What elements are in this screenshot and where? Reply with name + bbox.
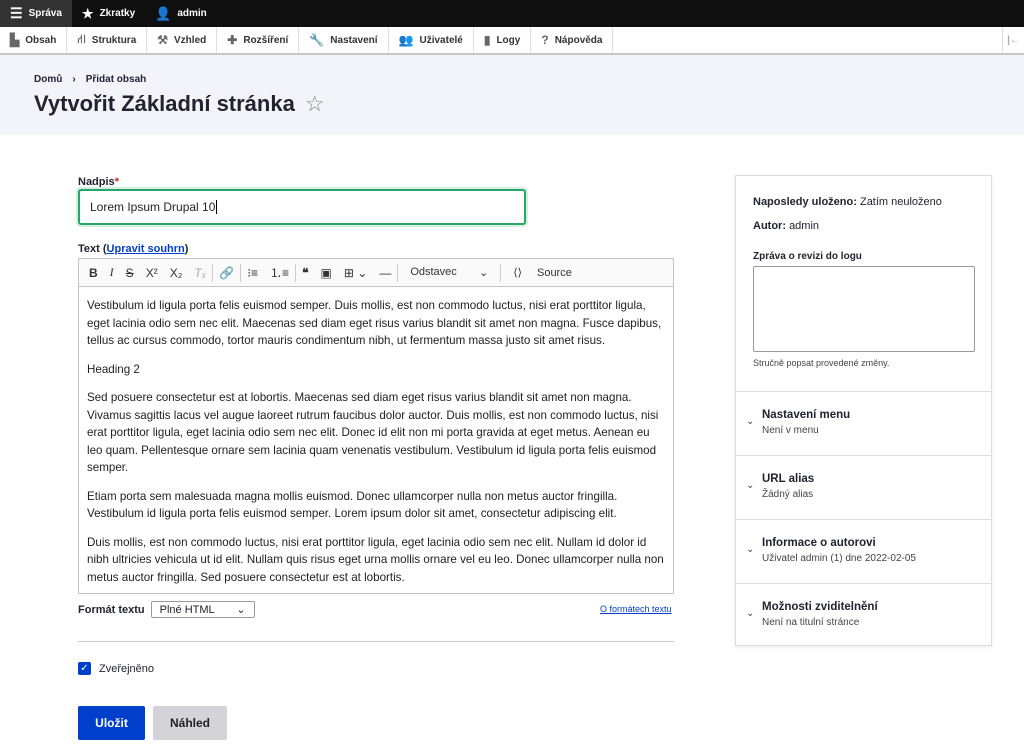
chevron-down-icon: ⌄ [746,608,755,619]
breadcrumb-home[interactable]: Domů [34,74,62,85]
chevron-down-icon: ⌄ [746,544,755,555]
page-title: Vytvořit Základní stránka [34,91,295,116]
image-icon[interactable]: ▣ [315,266,338,280]
author-value: admin [789,220,820,232]
star-icon: ★ [81,5,94,21]
editor-toolbar: B I S X² X₂ Tₓ 🔗 ⁝≡ ⒈≡ ❝ ▣ ⊞ ⌄ — Odstave… [79,259,673,287]
star-icon[interactable]: ☆ [305,91,325,117]
url-alias-section[interactable]: ⌄ URL alias Žádný alias [736,455,991,519]
toolbar-shortcuts[interactable]: ★ Zkratky [72,0,145,27]
chevron-down-icon: ⌄ [746,416,755,427]
text-format-help-link[interactable]: O formátech textu [600,604,672,614]
breadcrumb: Domů › Přidat obsah [34,74,147,85]
heading: Heading 2 [87,362,140,376]
chevron-down-icon: ⌄ [479,267,489,279]
tray-extend[interactable]: ✚ Rozšíření [217,27,300,53]
save-button[interactable]: Uložit [78,706,145,740]
user-icon: 👤 [155,5,172,21]
appearance-icon: ⚒ [157,33,169,47]
menu-settings-section[interactable]: ⌄ Nastavení menu Není v menu [736,391,991,455]
rich-text-editor: B I S X² X₂ Tₓ 🔗 ⁝≡ ⒈≡ ❝ ▣ ⊞ ⌄ — Odstave… [78,258,674,594]
title-label: Nadpis* [78,176,119,188]
toolbar-manage[interactable]: ☰ Správa [0,0,72,27]
link-icon[interactable]: 🔗 [213,266,240,280]
horizontal-line-icon[interactable]: — [373,266,397,280]
published-checkbox[interactable]: ✓ Zveřejněno [78,662,154,675]
superscript-icon[interactable]: X² [140,266,164,280]
italic-icon[interactable]: I [104,265,120,280]
breadcrumb-add-content[interactable]: Přidat obsah [86,74,147,85]
revision-help: Stručně popsat provedené změny. [753,358,890,368]
tray-reports[interactable]: ▮ Logy [474,27,532,53]
reports-icon: ▮ [483,33,491,47]
preview-button[interactable]: Náhled [153,706,227,740]
admin-toolbar: ☰ Správa ★ Zkratky 👤 admin [0,0,1024,27]
source-icon: ⟨⟩ [513,267,522,279]
help-icon: ? [541,33,549,47]
tray-people[interactable]: 👥 Uživatelé [389,27,474,53]
toolbar-user[interactable]: 👤 admin [145,0,217,27]
bulleted-list-icon[interactable]: ⁝≡ [241,266,264,280]
promotion-options-section[interactable]: ⌄ Možnosti zviditelnění Není na titulní st… [736,583,991,647]
body-label: Text (Upravit souhrn) [78,243,189,255]
menu-icon: ☰ [10,5,23,21]
revision-log-textarea[interactable] [753,266,975,352]
authoring-info-section[interactable]: ⌄ Informace o autorovi Uživatel admin (1) … [736,519,991,583]
edit-summary-link[interactable]: Upravit souhrn [107,243,185,255]
collapse-tray-icon[interactable]: |← [1002,27,1024,53]
tray-appearance[interactable]: ⚒ Vzhled [147,27,218,53]
checkmark-icon[interactable]: ✓ [78,662,91,675]
chevron-down-icon: ⌄ [236,604,246,616]
tray-content[interactable]: ▙ Obsah [0,27,68,53]
last-saved-value: Zatím neuloženo [859,196,942,208]
admin-tray: ▙ Obsah ⛙ Struktura ⚒ Vzhled ✚ Rozšíření 🔧 Na… [0,27,1024,55]
tray-structure[interactable]: ⛙ Struktura [67,27,148,53]
bold-icon[interactable]: B [83,266,104,280]
subscript-icon[interactable]: X₂ [164,266,189,280]
tray-help[interactable]: ? Nápověda [531,27,614,53]
extend-icon: ✚ [227,33,238,47]
wrench-icon: 🔧 [309,33,325,47]
chevron-down-icon: ⌄ [746,480,755,491]
text-format-select[interactable]: Plné HTML ⌄ [150,601,255,618]
numbered-list-icon[interactable]: ⒈≡ [264,264,295,281]
divider [78,641,674,642]
text-format: Formát textu Plné HTML ⌄ [78,601,255,618]
structure-icon: ⛙ [77,32,86,46]
title-input[interactable]: Lorem Ipsum Drupal 10 [78,189,526,225]
tray-config[interactable]: 🔧 Nastavení [299,27,389,53]
heading-dropdown[interactable]: Odstavec ⌄ [398,266,500,279]
editor-content[interactable]: Vestibulum id ligula porta felis euismod… [79,287,673,607]
blockquote-icon[interactable]: ❝ [296,266,314,280]
strikethrough-icon[interactable]: S [120,266,140,280]
remove-format-icon[interactable]: Tₓ [188,266,212,280]
content-icon: ▙ [10,33,20,47]
sidebar-meta: Naposledy uloženo: Zatím neuloženo Autor… [735,175,992,646]
revision-label: Zpráva o revizi do logu [753,251,862,262]
source-button[interactable]: ⟨⟩ Source [501,266,584,279]
people-icon: 👥 [398,33,414,47]
table-icon[interactable]: ⊞ ⌄ [338,266,373,280]
page-header: Domů › Přidat obsah Vytvořit Základní str… [0,55,1024,135]
